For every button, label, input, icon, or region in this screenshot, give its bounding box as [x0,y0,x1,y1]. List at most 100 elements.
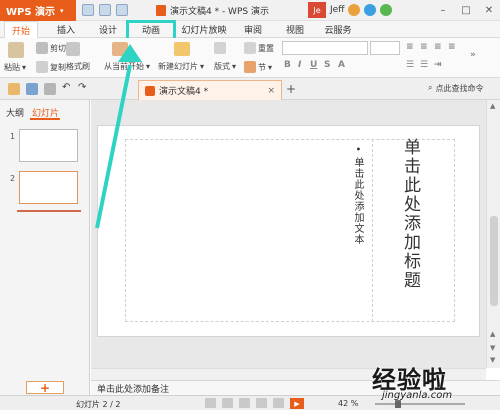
slide-thumbnail-1[interactable] [19,129,78,162]
wps-app-menu-button[interactable]: WPS 演示 ▾ [0,0,76,21]
font-name-select[interactable] [282,41,368,55]
folder-icon-wrap[interactable] [8,83,20,95]
window-title: 演示文稿4 * - WPS 演示 [156,4,269,17]
wps-brand-label: WPS 演示 [6,7,56,18]
slideshow-start-icon-wrap[interactable] [112,42,128,56]
close-icon[interactable]: ✕ [478,0,500,21]
reading-view-icon[interactable] [239,398,250,408]
brush-icon [66,42,80,56]
paste-icon [8,42,24,58]
paste-icon-wrap[interactable] [8,42,24,58]
copy-label: 复制 [50,62,66,72]
tab-slides-underline [30,118,60,120]
play-icon [112,42,128,56]
italic-button[interactable]: I [298,60,301,70]
new-slide-button[interactable]: 新建幻灯片 ▾ [158,61,204,72]
strike-button[interactable]: A [338,60,345,70]
body-placeholder[interactable]: • 单击此处添加文本 [352,146,365,245]
shadow-button[interactable]: S [324,60,330,70]
help-icon[interactable] [380,4,393,16]
tab-cloud[interactable]: 云服务 [318,21,358,38]
tab-review[interactable]: 审阅 [236,21,270,38]
scroll-down-icon[interactable]: ▼ [490,356,495,364]
scroll-down-page-icon[interactable]: ▼ [490,344,495,352]
add-slide-button[interactable]: + [26,381,64,394]
vertical-scrollbar[interactable]: ▲ ▲ ▼ ▼ [486,100,500,368]
tab-design[interactable]: 设计 [90,21,126,38]
align-center-icon[interactable]: ≡ [420,42,428,52]
indent-icon[interactable]: ⇥ [434,60,442,70]
avatar[interactable]: Je [308,2,326,18]
zoom-slider[interactable] [375,403,465,405]
title-placeholder[interactable]: 单击此处添加标题 [400,138,423,290]
scroll-thumb[interactable] [490,216,498,306]
paste-label: 粘贴 [4,63,20,72]
user-name[interactable]: Jeff [330,5,344,15]
doc-tab-label: 演示文稿4 * [159,87,209,97]
chevron-down-icon: ▾ [146,62,151,71]
save-icon[interactable] [82,4,94,16]
sorter-view-icon[interactable] [222,398,233,408]
tab-home[interactable]: 开始 [4,21,38,39]
bold-button[interactable]: B [284,60,291,70]
scroll-up-page-icon[interactable]: ▲ [490,330,495,338]
new-slide-icon-wrap[interactable] [174,42,190,56]
paste-button[interactable]: 粘贴 ▾ [4,62,26,73]
tab-slideshow[interactable]: 幻灯片放映 [176,21,232,38]
bullet-list-icon[interactable]: ☰ [406,60,414,70]
save-icon [26,83,38,95]
reset-button[interactable]: 重置 [244,42,274,54]
tab-outline[interactable]: 大纲 [6,106,24,119]
document-tab-strip: ↶ ↷ 演示文稿4 * × + ⌕ 点此查找命令 [0,78,500,100]
search-command[interactable]: ⌕ 点此查找命令 [428,83,483,94]
scroll-up-icon[interactable]: ▲ [490,102,495,110]
normal-view-icon[interactable] [205,398,216,408]
slide-counter: 幻灯片 2 / 2 [76,400,121,409]
chevron-down-icon: ▾ [268,62,273,72]
copy-button[interactable]: 复制 [36,61,66,73]
slide-panel: 大纲 幻灯片 1 2 [0,100,90,395]
skin-icon[interactable] [364,4,377,16]
maximize-icon[interactable]: □ [455,0,477,21]
layout-label: 版式 [214,62,230,71]
undo-icon[interactable]: ↶ [62,82,70,93]
section-button[interactable]: 节 ▾ [244,61,272,73]
ribbon-tab-bar: 开始 插入 设计 动画 幻灯片放映 审阅 视图 云服务 [0,21,500,39]
reset-icon [244,42,256,54]
doc-tab[interactable]: 演示文稿4 * × [138,80,282,100]
ribbon-more-icon[interactable]: » [470,50,476,60]
tab-view[interactable]: 视图 [278,21,312,38]
slide-thumbnail-2[interactable] [19,171,78,204]
zoom-slider-handle[interactable] [395,400,401,408]
notes-placeholder: 单击此处添加备注 [97,384,170,395]
format-painter-button[interactable]: 格式刷 [66,61,90,72]
minimize-icon[interactable]: – [432,0,454,21]
align-left-icon[interactable]: ≡ [406,42,414,52]
font-size-select[interactable] [370,41,400,55]
fit-view-icon[interactable] [273,398,284,408]
print-icon-wrap[interactable] [44,83,56,95]
align-right-icon[interactable]: ≡ [434,42,442,52]
close-icon[interactable]: × [267,86,275,96]
number-list-icon[interactable]: ☰ [420,60,428,70]
presentation-icon [145,85,155,96]
undo-icon[interactable] [116,4,128,16]
format-painter-icon-wrap[interactable] [66,42,80,56]
layout-icon-wrap[interactable] [214,42,226,54]
new-tab-icon[interactable]: + [286,82,296,96]
title-bar: WPS 演示 ▾ 演示文稿4 * - WPS 演示 Je Jeff – □ ✕ [0,0,500,21]
save-icon-wrap[interactable] [26,83,38,95]
notification-icon[interactable] [348,4,361,16]
redo-icon[interactable]: ↷ [78,82,86,93]
play-icon[interactable]: ▶ [290,398,304,409]
layout-button[interactable]: 版式 ▾ [214,61,236,72]
from-current-button[interactable]: 从当前开始 ▾ [104,61,150,72]
justify-icon[interactable]: ≡ [448,42,456,52]
print-icon[interactable] [99,4,111,16]
tab-insert[interactable]: 插入 [48,21,84,38]
notes-view-icon[interactable] [256,398,267,408]
underline-button[interactable]: U [310,60,317,70]
from-current-label: 从当前开始 [104,62,144,71]
zoom-level: 42 % [338,399,359,408]
cut-button[interactable]: 剪切 [36,42,66,54]
